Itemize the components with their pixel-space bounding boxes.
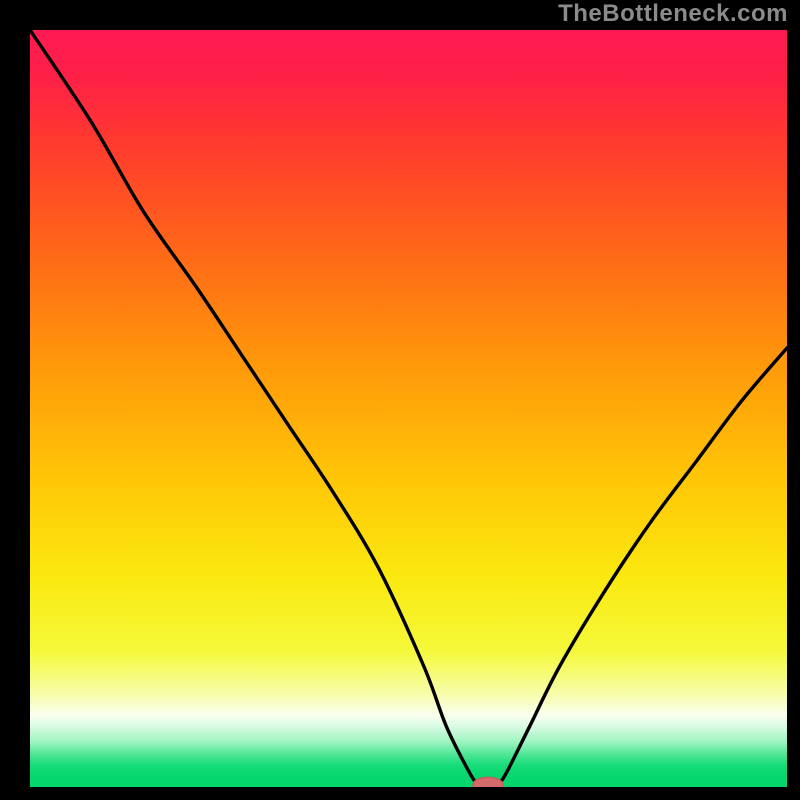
chart-frame: TheBottleneck.com (0, 0, 800, 800)
plot-svg (30, 30, 787, 787)
plot-area (30, 30, 787, 787)
watermark-text: TheBottleneck.com (558, 0, 788, 28)
gradient-bg (30, 30, 787, 787)
